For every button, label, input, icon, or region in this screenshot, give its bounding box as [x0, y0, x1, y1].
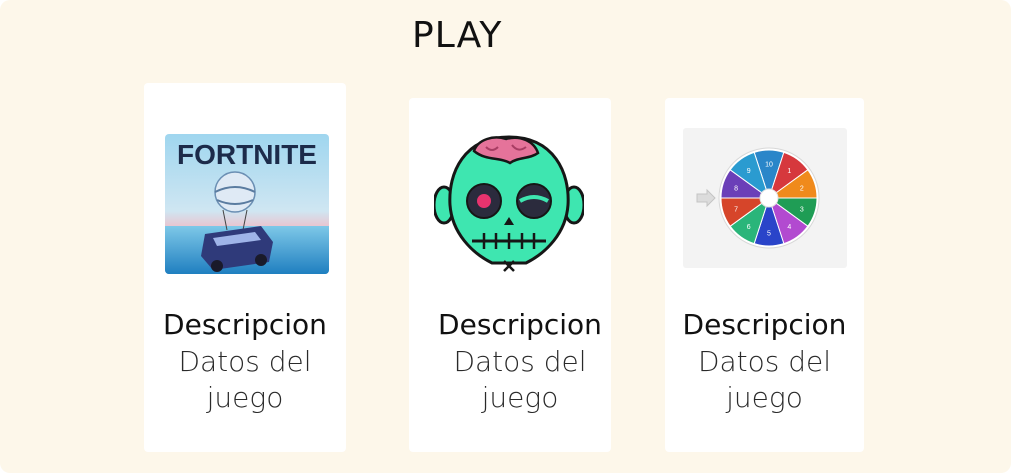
game-card-zombie[interactable]: Descripcion Datos del juego	[409, 98, 611, 452]
game-description-line: Datos del	[453, 345, 587, 378]
game-description-line: Datos del	[697, 345, 832, 378]
wheel-hub	[759, 188, 779, 208]
game-description-body: Datos del juego	[144, 344, 346, 416]
game-description-body: Datos del juego	[665, 344, 864, 416]
game-description-title: Descripcion	[438, 308, 602, 341]
game-description-line: Datos del	[178, 345, 312, 378]
wheel-number-label: 4	[787, 224, 791, 231]
game-description-title: Descripcion	[163, 308, 327, 341]
game-description-body: Datos del juego	[429, 344, 611, 416]
wheel-number-label: 9	[747, 168, 751, 175]
zombie-thumbnail[interactable]	[434, 133, 584, 278]
game-description-line: juego	[206, 381, 284, 414]
game-description-line: juego	[481, 381, 559, 414]
wheel-number-label: 10	[765, 161, 773, 168]
game-card-fortnite[interactable]: FORTNITE Descripcion Datos del juego	[144, 83, 346, 452]
page-background: PLAY FORTNITE Descripcion Datos del jueg…	[0, 0, 1011, 473]
wheel-number-label: 7	[734, 207, 738, 214]
game-description-title: Descripcion	[682, 308, 847, 341]
game-description-line: juego	[726, 381, 803, 414]
wheel-number-label: 8	[734, 185, 738, 192]
wheel-number-label: 5	[767, 231, 771, 238]
fortnite-thumbnail[interactable]: FORTNITE	[165, 134, 329, 274]
game-card-wheel[interactable]: 10 1 2 3 4 5 6 7 8 9 Descripcion Datos del juego	[665, 98, 864, 452]
wheel-number-label: 3	[800, 207, 804, 214]
fortnite-logo-text: FORTNITE	[177, 139, 317, 170]
wheel-number-label: 6	[747, 224, 751, 231]
wheel-thumbnail[interactable]: 10 1 2 3 4 5 6 7 8 9	[683, 128, 847, 268]
wheel-number-label: 2	[800, 185, 804, 192]
page-title: PLAY	[412, 15, 503, 56]
wheel-number-label: 1	[787, 168, 791, 175]
wheel-pointer-icon	[696, 188, 716, 208]
